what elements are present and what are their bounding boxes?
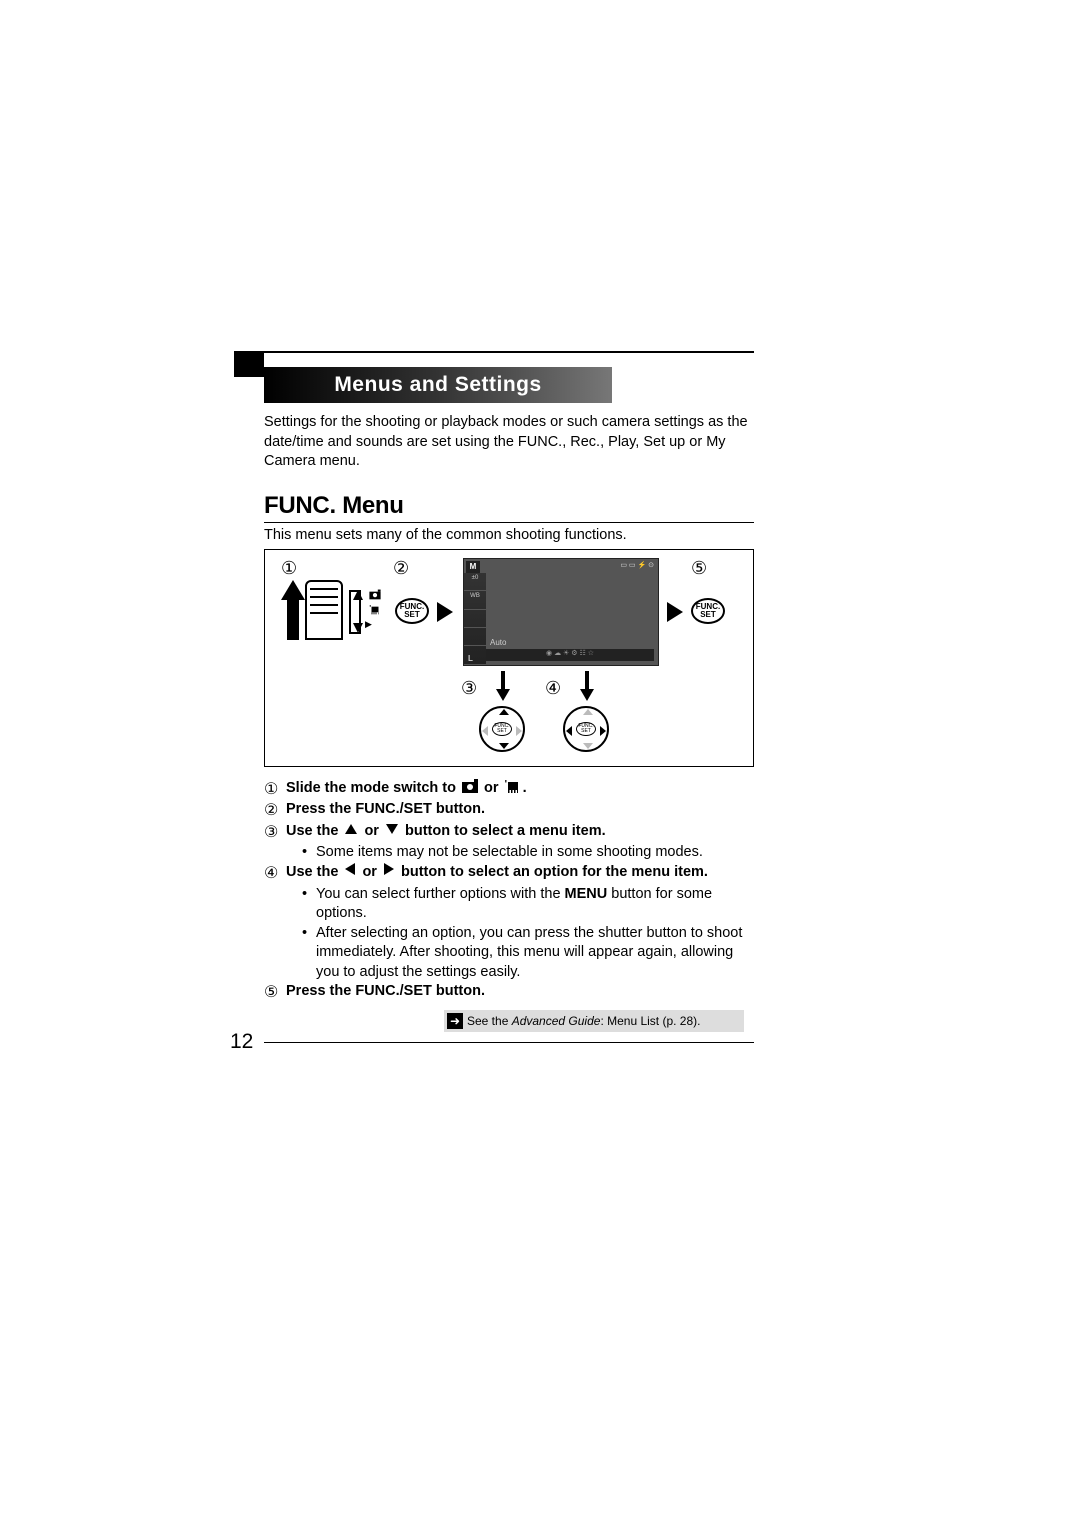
- footer-rule: [264, 1042, 754, 1043]
- flow-arrow-down-head-1: [496, 689, 510, 701]
- flow-arrow-down-1: [501, 671, 505, 689]
- step-2-text: Press the FUNC./SET button.: [286, 800, 485, 820]
- lcd-side-menu: ±0 WB: [464, 573, 486, 665]
- left-arrow-icon: [345, 863, 355, 875]
- flow-arrow-down-2: [585, 671, 589, 689]
- diagram-label-4: ④: [545, 678, 561, 699]
- func-menu-subtext: This menu sets many of the common shooti…: [264, 527, 754, 543]
- step-4-bullet-1: • You can select further options with th…: [302, 885, 754, 924]
- section-title-bar: Menus and Settings: [264, 367, 612, 403]
- mode-switch-arrow-stem: [287, 600, 299, 640]
- func-set-button-icon-2: FUNC. SET: [691, 598, 725, 624]
- flow-arrow-right-icon: [437, 602, 453, 622]
- right-arrow-icon: [384, 863, 394, 875]
- lcd-bottom-row: ◉ ☁ ☀ ⚙ ☷ ☆: [486, 649, 654, 661]
- mode-switch-mode-icons: ' ▶: [365, 590, 385, 631]
- func-menu-diagram: ① ② ③ ④ ⑤ ' ▶ FUNC. SET M ±0 WB: [264, 549, 754, 767]
- lcd-top-icons: ▭ ▭ ⚡ ⊙: [620, 561, 654, 569]
- step-4-text: Use the or button to select an option fo…: [286, 863, 708, 883]
- camera-lcd-preview: M ±0 WB ▭ ▭ ⚡ ⊙ Auto ◉ ☁ ☀ ⚙ ☷ ☆ L: [463, 558, 659, 666]
- instruction-steps: ① Slide the mode switch to or '. ② Press…: [264, 779, 754, 1004]
- header-black-marker: [234, 351, 264, 377]
- mode-switch-arrow-icon: [281, 580, 305, 600]
- step-4-bullet-2: •After selecting an option, you can pres…: [302, 924, 754, 983]
- mode-switch-up-icon: [353, 590, 363, 600]
- func-menu-heading: FUNC. Menu: [264, 492, 754, 520]
- lcd-mode-badge: M: [466, 561, 480, 573]
- page-number: 12: [230, 1030, 253, 1054]
- intro-paragraph: Settings for the shooting or playback mo…: [264, 413, 754, 472]
- step-5: ⑤ Press the FUNC./SET button.: [264, 982, 754, 1004]
- up-arrow-icon: [345, 824, 357, 834]
- see-reference-box: ➜ See the Advanced Guide: Menu List (p. …: [444, 1010, 744, 1032]
- diagram-label-5: ⑤: [691, 558, 707, 579]
- see-reference-text: See the Advanced Guide: Menu List (p. 28…: [467, 1014, 700, 1028]
- flow-arrow-right-icon-2: [667, 602, 683, 622]
- flow-arrow-down-head-2: [580, 689, 594, 701]
- step-2: ② Press the FUNC./SET button.: [264, 800, 754, 822]
- diagram-label-1: ①: [281, 558, 297, 579]
- step-3-bullet: •Some items may not be selectable in som…: [302, 843, 754, 863]
- lcd-corner-label: L: [468, 654, 473, 663]
- mode-switch-down-icon: [353, 623, 363, 633]
- lcd-auto-label: Auto: [490, 638, 506, 647]
- heading-divider: [264, 522, 754, 523]
- step-3-text: Use the or button to select a menu item.: [286, 822, 606, 842]
- func-set-button-icon: FUNC. SET: [395, 598, 429, 624]
- camera-back-illustration: [305, 580, 343, 640]
- movie-icon: ': [505, 782, 521, 793]
- diagram-label-2: ②: [393, 558, 409, 579]
- diagram-label-3: ③: [461, 678, 477, 699]
- step-5-text: Press the FUNC./SET button.: [286, 982, 485, 1002]
- step-1-text: Slide the mode switch to or '.: [286, 779, 527, 799]
- page-content: Menus and Settings Settings for the shoo…: [264, 351, 754, 1032]
- dpad-horizontal-icon: FUNC.SET: [563, 706, 609, 752]
- step-3: ③ Use the or button to select a menu ite…: [264, 822, 754, 844]
- camera-icon: [462, 782, 478, 793]
- step-4: ④ Use the or button to select an option …: [264, 863, 754, 885]
- step-1: ① Slide the mode switch to or '.: [264, 779, 754, 801]
- down-arrow-icon: [386, 824, 398, 834]
- dpad-vertical-icon: FUNC.SET: [479, 706, 525, 752]
- reference-arrow-icon: ➜: [447, 1013, 463, 1029]
- section-title: Menus and Settings: [334, 373, 541, 396]
